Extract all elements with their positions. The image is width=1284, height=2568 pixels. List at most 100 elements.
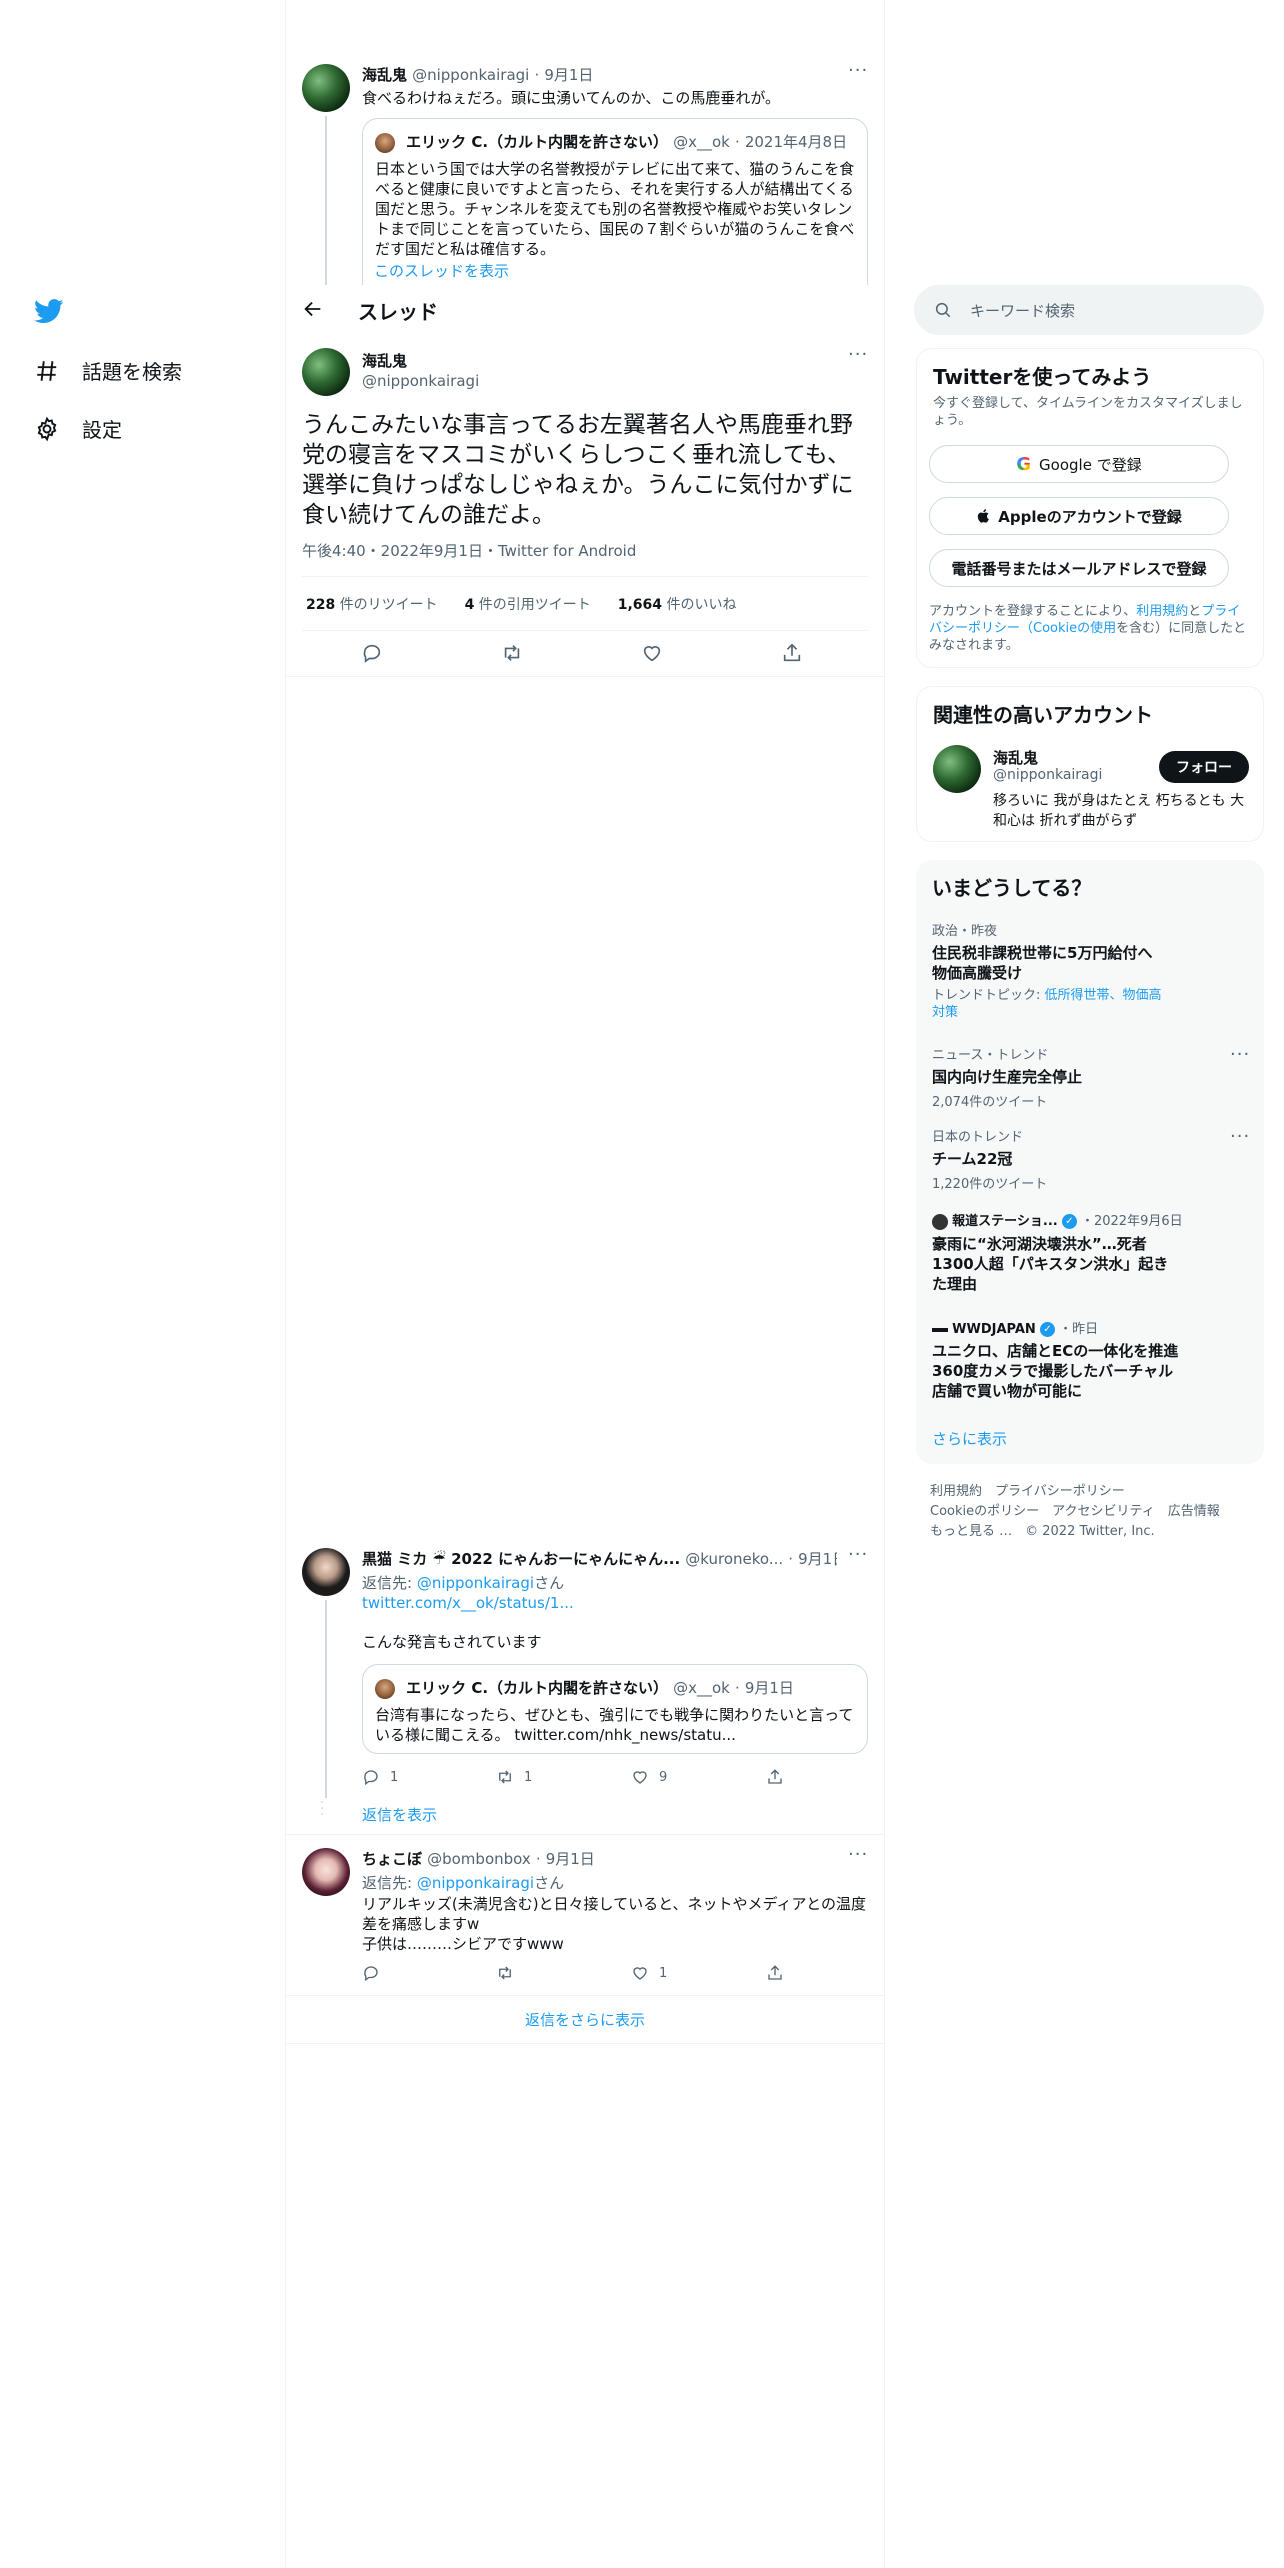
back-arrow-icon[interactable] — [302, 298, 324, 324]
more-icon[interactable]: ··· — [1230, 1126, 1250, 1147]
related-accounts-card: 関連性の高いアカウント 海乱鬼 @nipponkairagi フォロー 移ろいに… — [916, 686, 1264, 842]
tweet-date[interactable]: 9月1日 — [798, 1550, 837, 1568]
reply-button[interactable]: 1 — [362, 1768, 398, 1786]
trend-topic-label: トレンドトピック: — [932, 988, 1045, 1003]
google-signup-label: Google で登録 — [1039, 455, 1142, 474]
follow-button[interactable]: フォロー — [1159, 751, 1249, 783]
related-name[interactable]: 海乱鬼 — [993, 747, 1038, 768]
trend-item[interactable]: 日本のトレンド チーム22冠 1,220件のツイート — [932, 1126, 1242, 1192]
google-signup-button[interactable]: G Google で登録 — [929, 445, 1229, 483]
more-icon[interactable]: ··· — [848, 344, 868, 365]
more-icon[interactable]: ··· — [848, 1844, 868, 1865]
related-bio: 移ろいに 我が身はたとえ 朽ちるとも 大和心は 折れず曲がらず — [993, 793, 1245, 829]
related-title: 関連性の高いアカウント — [933, 703, 1153, 727]
reply-button[interactable] — [361, 642, 383, 668]
news-title: ユニクロ、店舗とECの一体化を推進 360度カメラで撮影したバーチャル店舗で買い… — [932, 1342, 1194, 1400]
author-handle[interactable]: @bombonbox — [427, 1850, 531, 1868]
author-name[interactable]: ちょこぼ — [362, 1850, 422, 1868]
share-icon — [768, 1965, 782, 1980]
signup-legal: アカウントを登録することにより、利用規約とプライバシーポリシー（Cookieの使… — [929, 603, 1249, 654]
like-count: 1 — [659, 1965, 668, 1981]
footer-line-2[interactable]: Cookieのポリシー アクセシビリティ 広告情報 — [930, 1502, 1260, 1522]
quote-stat-label: 件の引用ツイート — [478, 597, 591, 613]
trend-meta: 日本のトレンド — [932, 1130, 1024, 1145]
column-divider-right — [884, 0, 885, 2568]
main-tweet: 海乱鬼 @nipponkairagi ··· うんこみたいな事言ってるお左翼著名… — [286, 336, 884, 677]
tweet-date[interactable]: 9月1日 — [544, 66, 593, 84]
avatar[interactable] — [933, 745, 981, 793]
trend-meta: ニュース・トレンド — [932, 1048, 1049, 1063]
show-replies-link[interactable]: 返信を表示 — [362, 1804, 437, 1825]
share-icon — [783, 643, 801, 662]
share-button[interactable] — [781, 642, 803, 668]
tweet-link[interactable]: twitter.com/x__ok/status/1... — [362, 1594, 574, 1612]
footer-links[interactable]: 利用規約 プライバシーポリシー Cookieのポリシー アクセシビリティ 広告情… — [930, 1482, 1260, 1542]
retweet-button[interactable] — [501, 642, 523, 668]
quote-tweet-card[interactable]: エリック C.（カルト内閣を許さない） @x__ok · 9月1日 台湾有事にな… — [362, 1664, 868, 1754]
share-button[interactable] — [766, 1964, 794, 1982]
news-item[interactable]: WWDJAPAN ✓ ・昨日 ユニクロ、店舗とECの一体化を推進 360度カメラ… — [932, 1318, 1194, 1401]
signup-card: Twitterを使ってみよう 今すぐ登録して、タイムラインをカスタマイズしましょ… — [916, 348, 1264, 668]
thread-dots: · · · — [320, 1795, 325, 1823]
reply-tweet[interactable]: ちょこぼ @bombonbox · 9月1日 ··· 返信先: @nipponk… — [286, 1836, 884, 1996]
nav-explore[interactable]: 話題を検索 — [34, 356, 182, 385]
reply-to-mention[interactable]: @nipponkairagi — [417, 1574, 534, 1592]
show-more-trends[interactable]: さらに表示 — [932, 1428, 1007, 1449]
heart-icon — [633, 1771, 647, 1784]
retweet-button[interactable] — [496, 1964, 524, 1982]
tweet-text: こんな発言もされています — [362, 1633, 542, 1651]
search-input[interactable]: キーワード検索 — [914, 285, 1264, 335]
tweet-meta: 午後4:40・2022年9月1日・Twitter for Android — [302, 542, 637, 560]
like-count: 1,664 — [617, 597, 662, 613]
footer-line-1[interactable]: 利用規約 プライバシーポリシー — [930, 1482, 1260, 1502]
more-icon[interactable]: ··· — [848, 1544, 868, 1565]
phone-email-signup-button[interactable]: 電話番号またはメールアドレスで登録 — [929, 549, 1229, 587]
like-button[interactable]: 1 — [631, 1964, 667, 1982]
author-handle[interactable]: @kuroneko... — [685, 1550, 783, 1568]
author-name[interactable]: 黒猫 ミカ ☔ 2022 にゃんおーにゃんにゃん... — [362, 1550, 680, 1568]
tweet-text: うんこみたいな事言ってるお左翼著名人や馬鹿垂れ野党の寝言をマスコミがいくらしつこ… — [302, 412, 854, 528]
avatar[interactable] — [302, 64, 350, 112]
reply-context: 返信先: @nipponkairagiさん — [362, 1872, 564, 1893]
twitter-logo-icon[interactable] — [34, 296, 64, 330]
more-icon[interactable]: ··· — [1230, 1044, 1250, 1065]
reply-button[interactable] — [362, 1964, 390, 1982]
like-button[interactable] — [641, 642, 663, 668]
retweet-icon — [499, 1966, 511, 1980]
retweet-button[interactable]: 1 — [496, 1768, 532, 1786]
trend-item[interactable]: 政治・昨夜 住民税非課税世帯に5万円給付へ 物価高騰受け トレンドトピック: 低… — [932, 920, 1172, 1021]
footer-line-3[interactable]: もっと見る … © 2022 Twitter, Inc. — [930, 1522, 1260, 1542]
apple-signup-button[interactable]: Appleのアカウントで登録 — [929, 497, 1229, 535]
divider — [286, 1834, 884, 1835]
trend-title: チーム22冠 — [932, 1150, 1013, 1168]
like-button[interactable]: 9 — [631, 1768, 667, 1786]
retweet-count: 228 — [306, 597, 336, 613]
more-icon[interactable]: ··· — [848, 60, 868, 81]
share-button[interactable] — [766, 1768, 794, 1786]
avatar[interactable] — [302, 1848, 350, 1896]
divider — [302, 630, 868, 631]
tweet-date[interactable]: 9月1日 — [546, 1850, 595, 1868]
author-name[interactable]: 海乱鬼 — [362, 350, 407, 371]
news-item[interactable]: 報道ステーショ... ✓ ・2022年9月6日 豪雨に“氷河湖決壊洪水”…死者1… — [932, 1210, 1183, 1294]
author-name[interactable]: 海乱鬼 — [362, 66, 407, 84]
show-thread-link[interactable]: このスレッドを表示 — [374, 260, 509, 281]
show-more-replies[interactable]: 返信をさらに表示 — [286, 1996, 884, 2044]
quote-stat[interactable]: 4 件の引用ツイート — [465, 597, 591, 613]
reply-tweet[interactable]: 黒猫 ミカ ☔ 2022 にゃんおーにゃんにゃん... @kuroneko...… — [286, 1536, 884, 1836]
avatar[interactable] — [302, 1548, 350, 1596]
author-handle[interactable]: @nipponkairagi — [362, 372, 479, 390]
tweet-text-line2: 子供は………シビアですwww — [362, 1935, 564, 1953]
like-stat[interactable]: 1,664 件のいいね — [618, 597, 737, 613]
nav-settings[interactable]: 設定 — [34, 414, 122, 443]
trend-item[interactable]: ニュース・トレンド 国内向け生産完全停止 2,074件のツイート — [932, 1044, 1242, 1110]
quote-author-name: エリック C.（カルト内閣を許さない） — [406, 1679, 669, 1697]
reply-to-mention[interactable]: @nipponkairagi — [417, 1874, 534, 1892]
retweet-icon — [499, 1770, 511, 1784]
related-handle[interactable]: @nipponkairagi — [993, 767, 1102, 783]
retweet-stat[interactable]: 228 件のリツイート — [306, 597, 438, 613]
author-handle[interactable]: @nipponkairagi — [412, 66, 529, 84]
terms-link[interactable]: 利用規約 — [1136, 604, 1188, 619]
avatar[interactable] — [302, 348, 350, 396]
parent-tweet[interactable]: 海乱鬼 @nipponkairagi · 9月1日 ··· 食べるわけねぇだろ。… — [286, 40, 884, 285]
